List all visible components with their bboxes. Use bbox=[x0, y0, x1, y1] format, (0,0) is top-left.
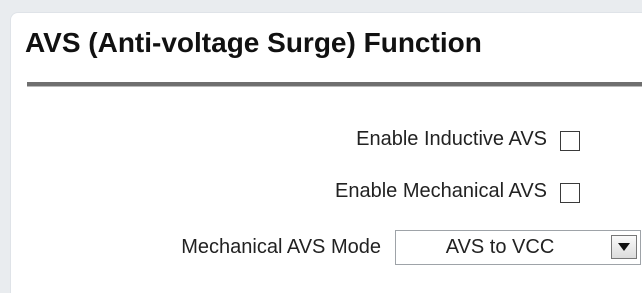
mechanical-avs-mode-value: AVS to VCC bbox=[445, 236, 555, 258]
mechanical-avs-mode-select[interactable]: AVS to VCC bbox=[395, 230, 641, 265]
section-divider bbox=[27, 82, 642, 87]
section-title: AVS (Anti-voltage Surge) Function bbox=[25, 27, 482, 58]
inductive-avs-checkbox[interactable] bbox=[560, 131, 580, 151]
mechanical-avs-label: Enable Mechanical AVS bbox=[335, 180, 547, 202]
mechanical-avs-mode-label: Mechanical AVS Mode bbox=[181, 236, 381, 258]
chevron-down-icon[interactable] bbox=[611, 235, 637, 259]
inductive-avs-label: Enable Inductive AVS bbox=[356, 128, 547, 150]
mechanical-avs-checkbox[interactable] bbox=[560, 183, 580, 203]
